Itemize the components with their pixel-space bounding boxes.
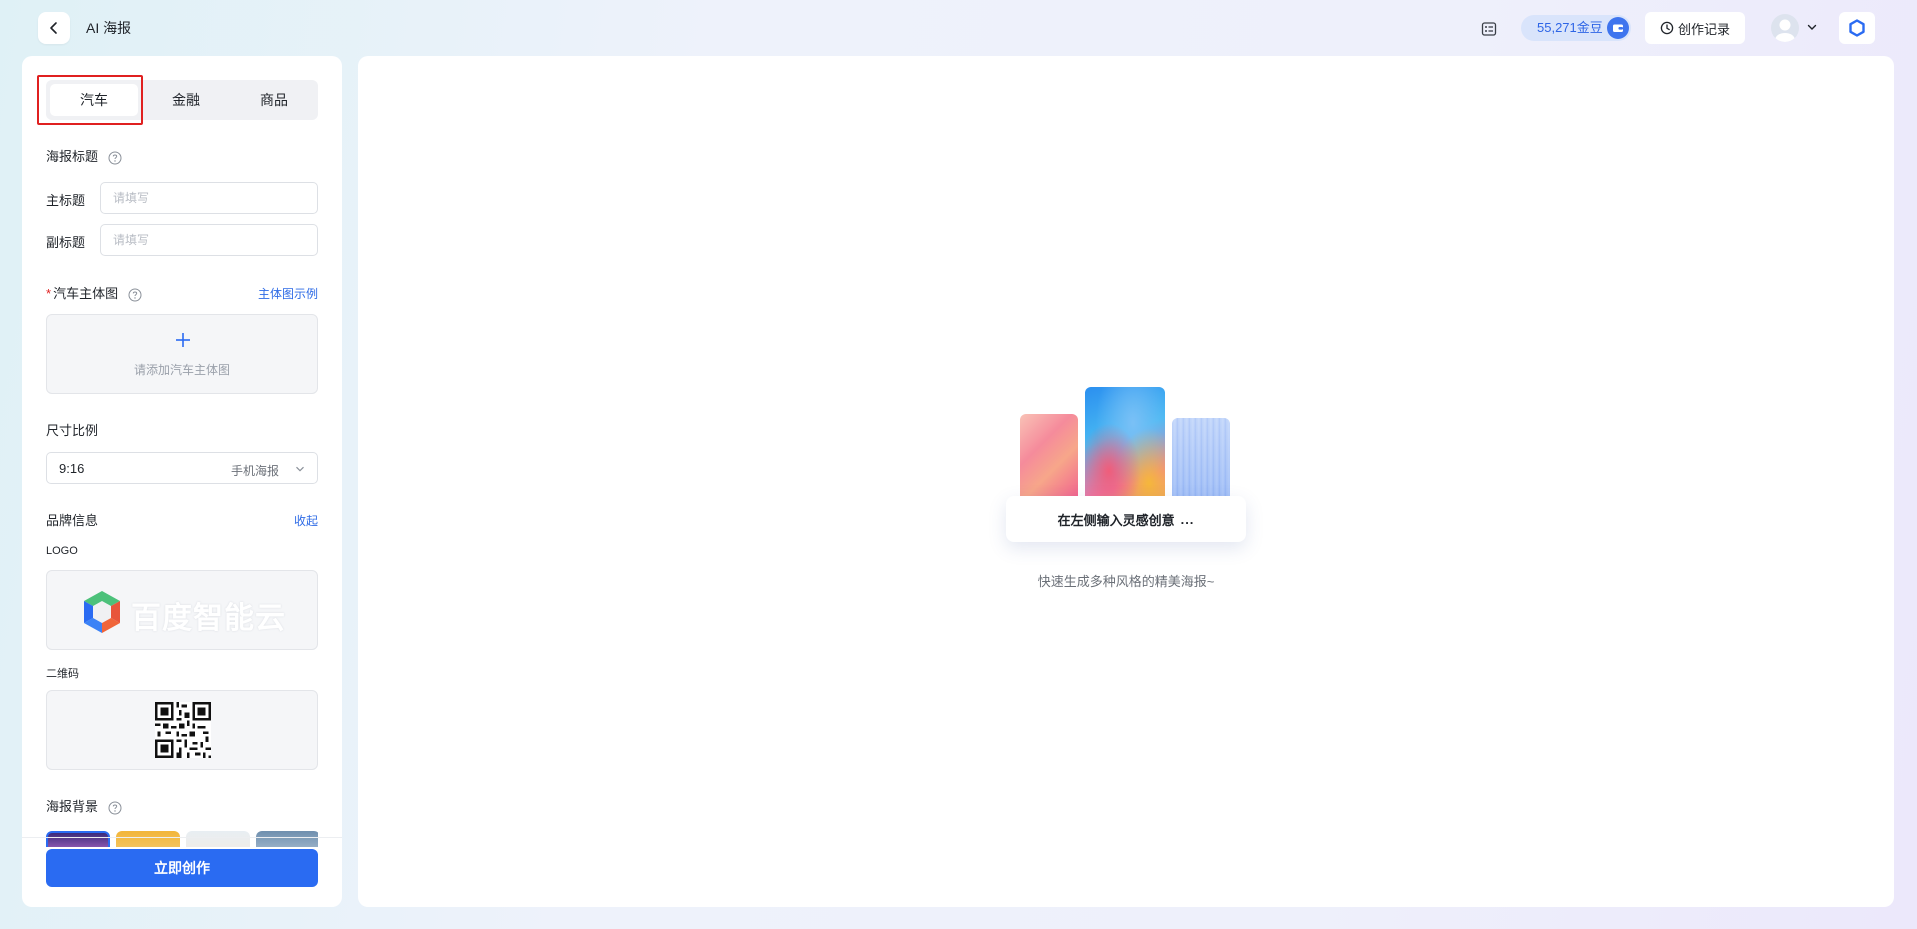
create-button[interactable]: 立即创作 [46, 849, 318, 887]
main-title-label: 主标题 [46, 193, 86, 208]
main-title-input[interactable] [100, 182, 318, 214]
upload-hint: 请添加汽车主体图 [133, 363, 230, 377]
poster-title-label: 海报标题 [46, 149, 99, 164]
car-image-label: 汽车主体图 [53, 286, 119, 301]
ratio-value: 9:16 [59, 461, 85, 476]
empty-state-illustration: 在左侧输入灵感创意 ... 快速生成多种风格的精美海报~ [1006, 381, 1246, 596]
ratio-desc: 手机海报 [230, 464, 279, 478]
beans-balance[interactable]: 55,271金豆 [1521, 15, 1631, 41]
background-section: 海报背景 [46, 796, 122, 815]
chevron-left-icon [50, 22, 57, 34]
qr-upload[interactable] [46, 690, 318, 770]
plus-icon [176, 333, 190, 347]
brand-button[interactable] [1839, 12, 1875, 44]
history-button[interactable]: 创作记录 [1645, 12, 1745, 44]
background-thumb[interactable] [46, 831, 110, 847]
tab-finance-label: 金融 [172, 92, 200, 108]
prompt-pill-text: 在左侧输入灵感创意 [1057, 512, 1175, 528]
qr-code-image [155, 702, 211, 758]
baidu-cloud-icon [1849, 19, 1865, 37]
logo-text: 百度智能云 [131, 602, 286, 635]
beans-label: 55,271金豆 [1537, 20, 1603, 35]
car-image-example-link[interactable]: 主体图示例 [258, 285, 318, 302]
background-thumbnails [46, 831, 318, 847]
wallet-icon [1606, 17, 1629, 39]
history-label: 创作记录 [1677, 21, 1730, 37]
background-thumb[interactable] [186, 831, 250, 847]
poster-sample-center [1085, 387, 1165, 507]
tab-goods-label: 商品 [260, 92, 288, 108]
doc-list-icon [1481, 22, 1497, 36]
car-image-section: * 汽车主体图 [46, 283, 142, 302]
config-panel: 汽车 金融 商品 海报标题 主标题 副标题 *汽车主体图 主体图示例 请添加汽车… [22, 56, 342, 907]
prompt-pill-dots: ... [1180, 511, 1195, 527]
preview-canvas: 在左侧输入灵感创意 ... 快速生成多种风格的精美海报~ [358, 56, 1894, 907]
avatar[interactable] [1771, 14, 1799, 42]
main-title-row: 主标题 [46, 182, 318, 214]
question-circle-icon[interactable] [108, 151, 122, 165]
question-circle-icon[interactable] [128, 288, 142, 302]
qr-label: 二维码 [46, 668, 79, 680]
brand-collapse-link[interactable]: 收起 [294, 512, 318, 529]
doc-list-button[interactable] [1476, 16, 1502, 42]
background-thumb[interactable] [116, 831, 180, 847]
divider [22, 837, 342, 838]
poster-sample-left [1020, 414, 1078, 504]
prompt-pill: 在左侧输入灵感创意 ... [1006, 496, 1246, 542]
sub-title-row: 副标题 [46, 224, 318, 256]
tab-finance[interactable]: 金融 [142, 80, 230, 120]
sub-title-label: 副标题 [46, 235, 86, 250]
page-title: AI 海报 [86, 20, 132, 36]
poster-title-section: 海报标题 [46, 146, 122, 165]
sub-title-input[interactable] [100, 224, 318, 256]
chevron-down-icon[interactable] [1806, 21, 1818, 33]
tab-goods[interactable]: 商品 [230, 80, 318, 120]
brand-info-label: 品牌信息 [46, 513, 99, 528]
user-avatar-icon [1775, 19, 1795, 42]
background-thumb[interactable] [256, 831, 318, 847]
poster-sample-right [1172, 418, 1230, 504]
empty-state-hint: 快速生成多种风格的精美海报~ [1037, 574, 1215, 589]
back-button[interactable] [38, 12, 70, 44]
ratio-select[interactable]: 9:16 手机海报 [46, 452, 318, 484]
baidu-cloud-logo-icon [84, 591, 120, 633]
top-bar: AI 海报 55,271金豆 创作记录 [0, 0, 1917, 56]
question-circle-icon[interactable] [108, 801, 122, 815]
background-label: 海报背景 [46, 799, 99, 814]
car-image-upload[interactable]: 请添加汽车主体图 [46, 314, 318, 394]
selected-tab-highlight [37, 75, 143, 125]
logo-upload[interactable]: 百度智能云 [46, 570, 318, 650]
required-mark: * [46, 286, 52, 301]
ratio-label: 尺寸比例 [46, 423, 99, 438]
clock-icon [1660, 21, 1674, 35]
logo-label: LOGO [46, 545, 78, 557]
chevron-down-icon [296, 466, 304, 472]
